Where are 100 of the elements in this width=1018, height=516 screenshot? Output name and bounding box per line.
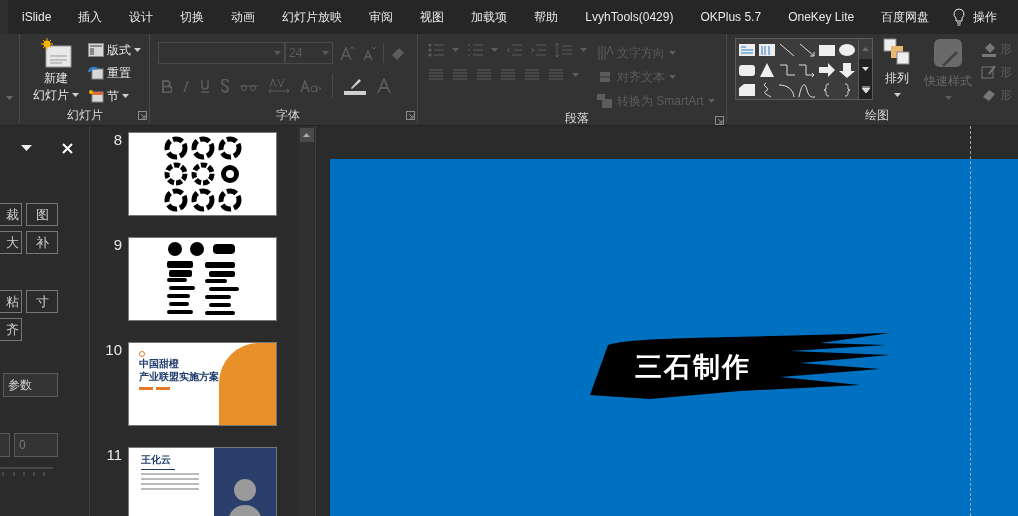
underline-icon (200, 79, 210, 93)
arc-icon[interactable] (778, 82, 796, 98)
slide-number: 9 (112, 237, 122, 255)
slide-thumbnail[interactable]: 王化云 (128, 447, 277, 516)
new-slide-icon (40, 38, 72, 68)
slide-number: 8 (112, 132, 122, 150)
grow-font-icon (339, 45, 355, 61)
menu-tab[interactable]: 幻灯片放映 (282, 8, 343, 26)
menu-tab[interactable]: 动画 (231, 8, 256, 26)
menu-tab[interactable]: LvyhTools(0429) (585, 8, 674, 26)
menu-tab[interactable]: 审阅 (369, 8, 394, 26)
bullets-icon (428, 43, 444, 57)
slide-canvas[interactable]: 三石制作 (330, 159, 1018, 516)
tell-me-button[interactable]: 操作 (973, 8, 998, 26)
rectangle-icon[interactable] (818, 42, 836, 58)
align-text-icon (597, 69, 613, 85)
caret-icon (122, 94, 129, 98)
ribbon-command[interactable]: 版式 (88, 39, 141, 61)
oval-icon[interactable] (838, 42, 856, 58)
arrow-line-icon[interactable] (798, 42, 816, 58)
eraser-icon (390, 45, 406, 61)
tool-button[interactable]: 齐 (0, 318, 22, 341)
caret-icon (669, 75, 676, 79)
wave-icon[interactable] (798, 82, 816, 98)
vertical-text-box-icon[interactable] (758, 42, 776, 58)
caret-up-icon (303, 133, 310, 137)
slide-thumbnail[interactable] (128, 237, 277, 321)
triangle-icon[interactable] (758, 62, 776, 78)
tool-button[interactable]: 裁 (0, 203, 22, 226)
elbow-connector-icon[interactable] (778, 62, 796, 78)
slide-thumbnail[interactable]: 中国甜橙 产业联盟实施方案 (128, 342, 277, 426)
thumbnail-title: 中国甜橙 (139, 357, 180, 370)
elbow-arrow-connector-icon[interactable] (798, 62, 816, 78)
shrink-font-icon (361, 45, 377, 61)
ruler-drawing (0, 467, 54, 477)
caret-icon (707, 99, 715, 103)
menu-tab[interactable]: 切换 (180, 8, 205, 26)
ribbon-command[interactable]: 节 (88, 85, 141, 107)
line-icon[interactable] (778, 42, 796, 58)
ribbon-command[interactable]: 重置 (88, 62, 141, 84)
thumbnail-tag (139, 387, 153, 390)
right-arrow-icon[interactable] (818, 62, 836, 78)
expand-gallery-icon (861, 85, 870, 93)
group-label: 段落 (565, 112, 589, 124)
text-line-placeholder (141, 478, 199, 480)
menu-tab[interactable]: 百度网盘 (881, 8, 930, 26)
scrollbar[interactable] (298, 126, 315, 516)
more-button[interactable] (859, 79, 872, 99)
caret-up-icon (862, 47, 869, 51)
arrange-icon (883, 38, 911, 66)
tool-button[interactable]: 粘 (0, 290, 22, 313)
menu-tab[interactable]: OKPlus 5.7 (700, 8, 762, 26)
layout-icon (88, 43, 104, 57)
down-arrow-icon[interactable] (838, 62, 856, 78)
tool-button[interactable]: 大 (0, 231, 22, 254)
caret-icon (491, 48, 498, 52)
scroll-down-button[interactable] (859, 59, 872, 79)
caret-icon (893, 93, 901, 97)
caret-icon (274, 51, 281, 55)
arrange-button[interactable]: 排列 (879, 38, 915, 107)
slide-number: 11 (105, 447, 122, 465)
rounded-rectangle-icon[interactable] (738, 62, 756, 78)
close-icon[interactable] (62, 142, 73, 154)
thumbnail-tag (156, 387, 170, 390)
group-label: 幻灯片 (66, 109, 103, 121)
menu-tab[interactable]: OneKey Lite (788, 8, 855, 26)
tool-button[interactable]: 图 (26, 203, 58, 226)
menu-tab[interactable]: 插入 (78, 8, 103, 26)
dialog-launcher-icon[interactable] (715, 116, 724, 125)
group-label: 绘图 (864, 109, 889, 121)
bold-icon (162, 79, 172, 93)
menu-tab[interactable]: 加载项 (471, 8, 508, 26)
dialog-launcher-icon[interactable] (138, 111, 147, 120)
line-spacing-icon (554, 42, 572, 58)
shape-fill-icon (981, 41, 997, 57)
menu-tab[interactable]: 设计 (129, 8, 154, 26)
input-field[interactable] (0, 433, 10, 457)
text-box-icon[interactable] (738, 42, 756, 58)
shadow-icon (220, 79, 230, 93)
flowchart-shape-icon[interactable] (738, 82, 756, 98)
menu-tab[interactable]: iSlide (22, 8, 52, 26)
tool-button[interactable]: 寸 (26, 290, 58, 313)
new-slide-button[interactable]: 新建 幻灯片 (28, 38, 84, 107)
tool-button[interactable]: 补 (26, 231, 58, 254)
smartart-icon (597, 93, 613, 109)
caret-icon (572, 73, 579, 77)
text-line-placeholder (141, 488, 199, 490)
slide-thumbnail[interactable] (128, 132, 277, 216)
menu-tab[interactable]: 帮助 (534, 8, 559, 26)
caret-icon[interactable] (21, 145, 32, 151)
text-direction-icon (597, 45, 613, 61)
caret-icon (862, 67, 869, 71)
slide-title: 三石制作 (635, 349, 751, 384)
caret-icon (944, 96, 952, 100)
slide-number: 10 (104, 342, 122, 360)
text-line-placeholder (141, 483, 199, 485)
caret-icon (580, 48, 587, 52)
shape-effects-icon (981, 87, 997, 103)
input-field[interactable]: 参数 (3, 373, 58, 397)
menu-tab[interactable]: 视图 (420, 8, 445, 26)
